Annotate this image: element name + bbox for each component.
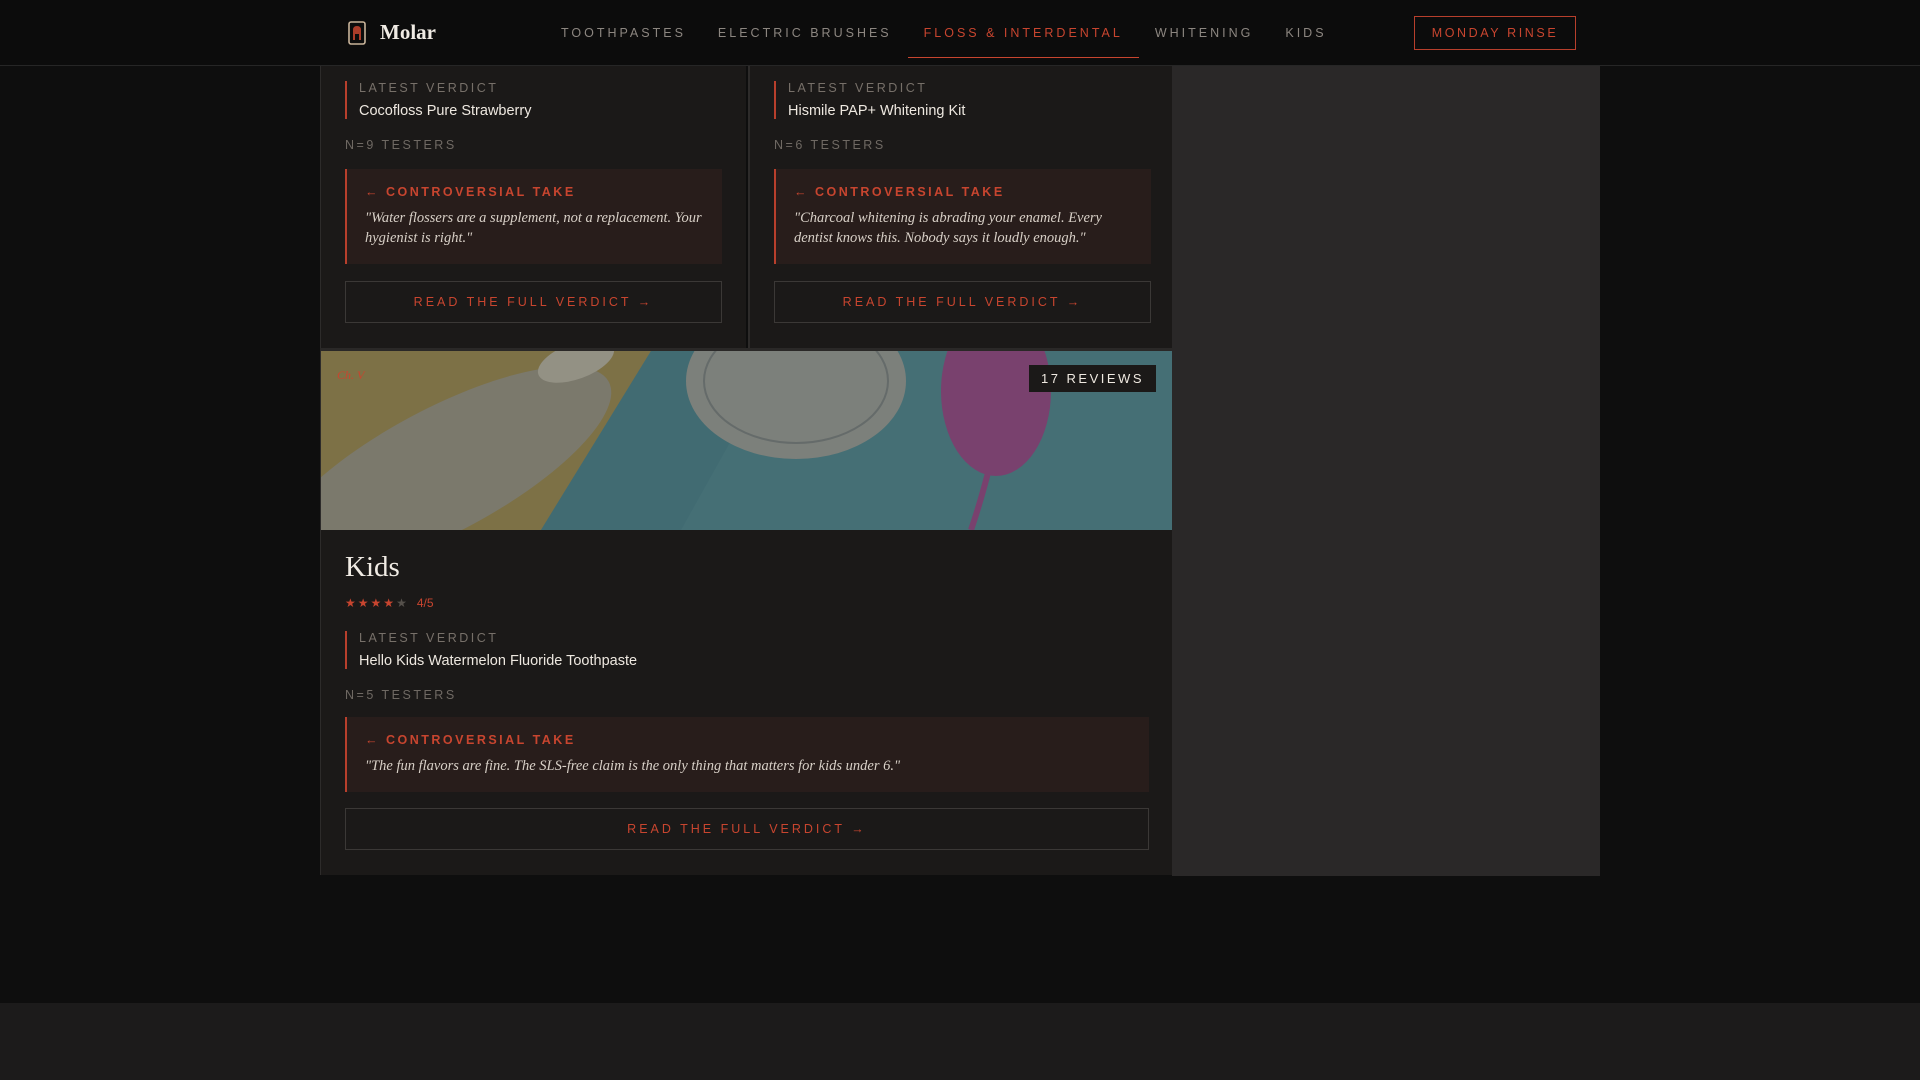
rating-value: 4/5 [416, 596, 434, 610]
verdict-product[interactable]: Hello Kids Watermelon Fluoride Toothpast… [359, 653, 1125, 669]
testers-count: N=9 TESTERS [345, 138, 457, 152]
arrow-left-icon: ← [365, 185, 380, 199]
verdict-product[interactable]: Cocofloss Pure Strawberry [359, 103, 725, 119]
star-rating: ★ ★ ★ ★ ★ 4/5 [345, 596, 434, 610]
category-grid: LATEST VERDICT Cocofloss Pure Strawberry… [320, 66, 1600, 876]
empty-grid-cell [1172, 66, 1600, 876]
star-icon: ★ [370, 596, 382, 610]
chapter-label: Ch. V [337, 368, 365, 382]
category-card: LATEST VERDICT Hismile PAP+ Whitening Ki… [748, 66, 1172, 348]
hero-image[interactable]: Ch. V 17 REVIEWS [321, 351, 1172, 530]
reviews-badge: 17 REVIEWS [1028, 365, 1156, 392]
star-icon: ★ [357, 596, 369, 610]
tooth-icon [348, 20, 366, 45]
arrow-left-icon: ← [365, 733, 380, 747]
take-heading-label: CONTROVERSIAL TAKE [385, 733, 576, 747]
nav-item-floss-interdental[interactable]: FLOSS & INTERDENTAL [907, 8, 1139, 58]
category-card: LATEST VERDICT Cocofloss Pure Strawberry… [320, 66, 746, 348]
read-full-verdict-button[interactable]: READ THE FULL VERDICT → [345, 281, 722, 323]
category-title[interactable]: Kids [345, 551, 400, 584]
star-icon: ★ [345, 596, 356, 610]
latest-verdict: LATEST VERDICT Cocofloss Pure Strawberry [345, 81, 725, 119]
take-quote: "Water flossers are a supplement, not a … [365, 210, 702, 246]
verdict-product[interactable]: Hismile PAP+ Whitening Kit [788, 103, 1154, 119]
take-heading: ← CONTROVERSIAL TAKE [365, 733, 1131, 747]
take-heading: ← CONTROVERSIAL TAKE [365, 185, 704, 199]
nav-item-whitening[interactable]: WHITENING [1139, 8, 1270, 58]
verdict-label: LATEST VERDICT [788, 81, 928, 95]
star-icon: ★ [383, 596, 395, 610]
brand-logo[interactable]: Molar [348, 20, 436, 45]
main-nav: TOOTHPASTES ELECTRIC BRUSHES FLOSS & INT… [545, 0, 1343, 66]
testers-count: N=6 TESTERS [774, 138, 886, 152]
controversial-take: ← CONTROVERSIAL TAKE "Charcoal whitening… [774, 169, 1151, 264]
nav-item-toothpastes[interactable]: TOOTHPASTES [545, 8, 702, 58]
star-empty-icon: ★ [396, 596, 407, 610]
monday-rinse-button[interactable]: MONDAY RINSE [1414, 16, 1576, 50]
take-heading-label: CONTROVERSIAL TAKE [814, 185, 1005, 199]
verdict-label: LATEST VERDICT [359, 631, 499, 645]
take-quote: "Charcoal whitening is abrading your ena… [794, 210, 1102, 246]
take-heading-label: CONTROVERSIAL TAKE [385, 185, 576, 199]
read-full-verdict-button[interactable]: READ THE FULL VERDICT → [345, 808, 1149, 850]
nav-item-electric-brushes[interactable]: ELECTRIC BRUSHES [702, 8, 908, 58]
testers-count: N=5 TESTERS [345, 688, 457, 702]
category-card-kids: Ch. V 17 REVIEWS Kids ★ ★ ★ ★ ★ 4/5 LATE… [320, 351, 1172, 875]
verdict-label: LATEST VERDICT [359, 81, 499, 95]
read-full-verdict-button[interactable]: READ THE FULL VERDICT → [774, 281, 1151, 323]
footer-band [0, 1003, 1920, 1080]
latest-verdict: LATEST VERDICT Hello Kids Watermelon Flu… [345, 631, 1125, 669]
nav-item-kids[interactable]: KIDS [1269, 8, 1342, 58]
take-quote: "The fun flavors are fine. The SLS-free … [365, 758, 901, 774]
controversial-take: ← CONTROVERSIAL TAKE "Water flossers are… [345, 169, 722, 264]
controversial-take: ← CONTROVERSIAL TAKE "The fun flavors ar… [345, 717, 1149, 792]
take-heading: ← CONTROVERSIAL TAKE [794, 185, 1133, 199]
brand-name: Molar [380, 20, 436, 44]
site-header: Molar TOOTHPASTES ELECTRIC BRUSHES FLOSS… [0, 0, 1920, 66]
arrow-left-icon: ← [794, 185, 809, 199]
latest-verdict: LATEST VERDICT Hismile PAP+ Whitening Ki… [774, 81, 1154, 119]
